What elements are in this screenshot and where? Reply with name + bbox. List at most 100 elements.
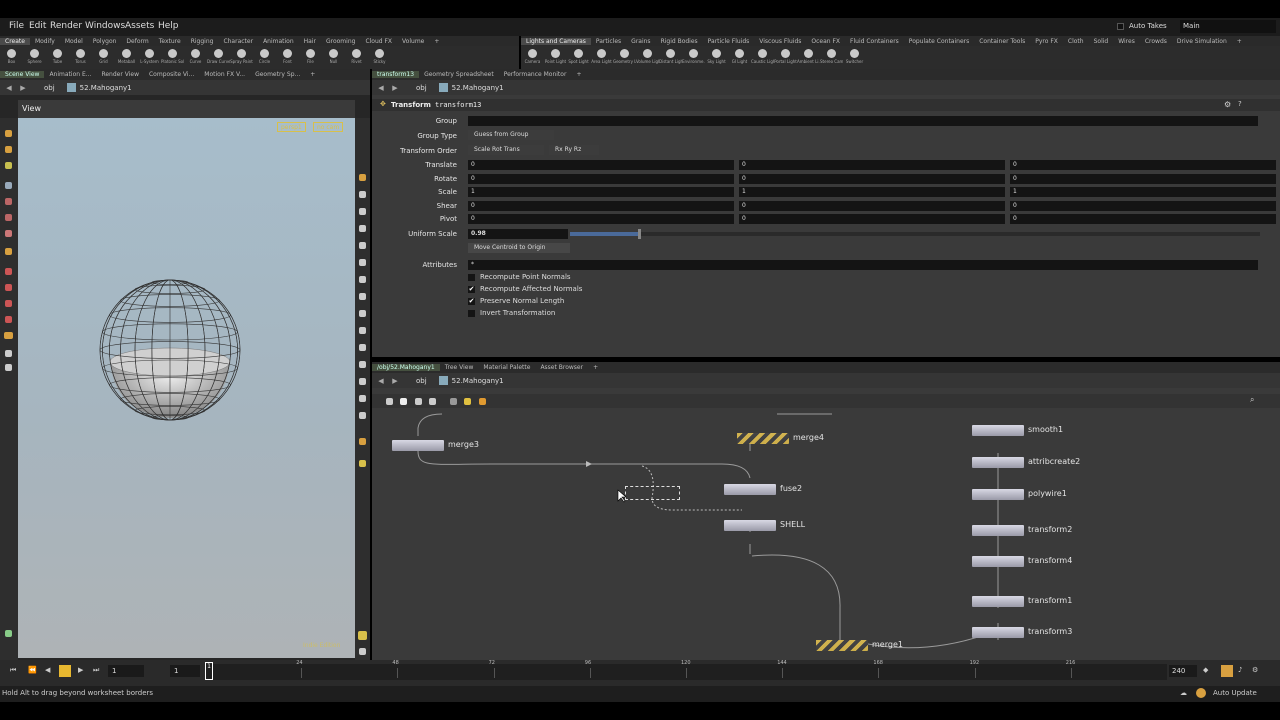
pane-tab-geometry-sp[interactable]: Geometry Sp... <box>250 71 305 78</box>
uniform-scale-field[interactable]: 0.98 <box>468 229 568 239</box>
preserve-normal-length-checkbox[interactable]: ✔ <box>468 298 475 305</box>
shelf-tab-lights-and-cameras[interactable]: Lights and Cameras <box>521 37 591 45</box>
tool-circle[interactable]: Circle <box>253 46 276 69</box>
auto-takes-checkbox[interactable] <box>1117 23 1124 30</box>
frame-icon[interactable] <box>359 395 366 402</box>
camera-icon[interactable] <box>359 378 366 385</box>
pane-tab-render-view[interactable]: Render View <box>96 71 144 78</box>
tool-spot-light[interactable]: Spot Light <box>567 46 590 69</box>
step-back-icon[interactable]: ⏪ <box>28 666 37 674</box>
page-icon[interactable] <box>400 398 407 405</box>
move-tool-icon[interactable] <box>5 146 12 153</box>
pane-tab-animation-e[interactable]: Animation E... <box>44 71 96 78</box>
pane-tab-composite-vi[interactable]: Composite Vi... <box>144 71 199 78</box>
node-fuse2[interactable] <box>724 484 776 495</box>
select-tool-icon[interactable] <box>5 130 12 137</box>
play-icon[interactable]: ▶ <box>78 666 83 674</box>
snap-grid-icon[interactable] <box>5 284 12 291</box>
menu-help[interactable]: Help <box>158 21 179 31</box>
shelf-tab-character[interactable]: Character <box>218 38 258 45</box>
group-type-menu[interactable]: Guess from Group <box>468 130 554 140</box>
update-mode-icon[interactable] <box>1196 688 1206 698</box>
layout-icon[interactable] <box>429 398 436 405</box>
tool-environme[interactable]: Environme... <box>682 46 705 69</box>
scale-y-field[interactable]: 1 <box>739 187 1005 197</box>
node-transform4[interactable] <box>972 556 1024 567</box>
key-icon[interactable]: ◆ <box>1203 666 1208 674</box>
snap-point-icon[interactable] <box>5 300 12 307</box>
menu-assets[interactable]: Assets <box>125 21 154 31</box>
menu-edit[interactable]: Edit <box>29 21 46 31</box>
help-icon[interactable]: ? <box>1238 100 1242 108</box>
path-node[interactable]: 52.Mahogany1 <box>80 84 132 92</box>
shelf-tab-texture[interactable]: Texture <box>154 38 186 45</box>
shelf-tab-grains[interactable]: Grains <box>626 38 655 45</box>
palette-icon[interactable] <box>479 398 486 405</box>
node-transform2[interactable] <box>972 525 1024 536</box>
forward-icon[interactable]: ▶ <box>18 83 28 93</box>
tool-gi-light[interactable]: GI Light <box>728 46 751 69</box>
tool-caustic-light[interactable]: Caustic Light <box>751 46 774 69</box>
network-tab-tree-view[interactable]: Tree View <box>440 364 479 371</box>
display-options-icon[interactable] <box>359 174 366 181</box>
settings-icon[interactable]: ⚙ <box>1252 666 1258 674</box>
menu-windows[interactable]: Windows <box>85 21 125 31</box>
forward-icon[interactable]: ▶ <box>390 83 400 93</box>
flipbook-icon[interactable] <box>359 438 366 445</box>
shelf-tab-viscous-fluids[interactable]: Viscous Fluids <box>754 38 806 45</box>
home-icon[interactable] <box>359 412 366 419</box>
jump-start-icon[interactable]: ⏮ <box>10 666 16 675</box>
points-icon[interactable] <box>359 225 366 232</box>
tool-ambient-li[interactable]: Ambient Li... <box>797 46 820 69</box>
shelf-tab-solid[interactable]: Solid <box>1089 38 1114 45</box>
tool-metaball[interactable]: Metaball <box>115 46 138 69</box>
translate-z-field[interactable]: 0 <box>1010 160 1276 170</box>
scale-x-field[interactable]: 1 <box>468 187 734 197</box>
shelf-tab-hair[interactable]: Hair <box>299 38 321 45</box>
normals-icon[interactable] <box>359 242 366 249</box>
node-shell[interactable] <box>724 520 776 531</box>
tool-rivet[interactable]: Rivet <box>345 46 368 69</box>
attributes-field[interactable]: * <box>468 260 1258 270</box>
shelf-tab-modify[interactable]: Modify <box>30 38 60 45</box>
scale-z-field[interactable]: 1 <box>1010 187 1276 197</box>
sticky-note-icon[interactable] <box>450 398 457 405</box>
brush-tool-icon[interactable] <box>5 248 12 255</box>
light-icon[interactable] <box>5 364 12 371</box>
pivot-x-field[interactable]: 0 <box>468 214 734 224</box>
node-name[interactable]: transform13 <box>435 101 481 109</box>
tool-box[interactable]: Box <box>0 46 23 69</box>
translate-x-field[interactable]: 0 <box>468 160 734 170</box>
path-obj[interactable]: obj <box>416 84 427 92</box>
xray-icon[interactable] <box>359 344 366 351</box>
invert-transformation-checkbox[interactable] <box>468 310 475 317</box>
pivot-z-field[interactable]: 0 <box>1010 214 1276 224</box>
gear-icon[interactable]: ⚙ <box>1224 100 1231 109</box>
tool-tube[interactable]: Tube <box>46 46 69 69</box>
sound-icon[interactable]: ♪ <box>1238 666 1242 674</box>
shelf-tab-container-tools[interactable]: Container Tools <box>974 38 1030 45</box>
shelf-tab-pyro-fx[interactable]: Pyro FX <box>1030 38 1063 45</box>
tool-file[interactable]: File <box>299 46 322 69</box>
node-transform3[interactable] <box>972 627 1024 638</box>
pivot-y-field[interactable]: 0 <box>739 214 1005 224</box>
shear-z-field[interactable]: 0 <box>1010 200 1276 211</box>
auto-update-button[interactable]: Auto Update <box>1213 689 1257 697</box>
3d-viewport[interactable]: persp1 no cam Indie Edition <box>18 118 355 658</box>
add-tab-icon[interactable]: + <box>1232 38 1247 45</box>
no-cam-menu[interactable]: no cam <box>313 122 344 132</box>
shelf-tab-animation[interactable]: Animation <box>258 38 299 45</box>
node-transform1[interactable] <box>972 596 1024 607</box>
background-icon[interactable] <box>359 276 366 283</box>
tool-null[interactable]: Null <box>322 46 345 69</box>
uniform-scale-handle[interactable] <box>637 229 641 239</box>
shear-y-field[interactable]: 0 <box>739 200 1005 211</box>
add-tab-icon[interactable]: + <box>429 38 444 45</box>
node-merge4[interactable] <box>737 433 789 444</box>
tool-draw-curve[interactable]: Draw Curve <box>207 46 230 69</box>
forward-icon[interactable]: ▶ <box>390 376 400 386</box>
tool-point-light[interactable]: Point Light <box>544 46 567 69</box>
frame-field[interactable]: 1 <box>108 665 144 677</box>
shelf-tab-fluid-containers[interactable]: Fluid Containers <box>845 38 904 45</box>
grid-icon[interactable] <box>359 293 366 300</box>
